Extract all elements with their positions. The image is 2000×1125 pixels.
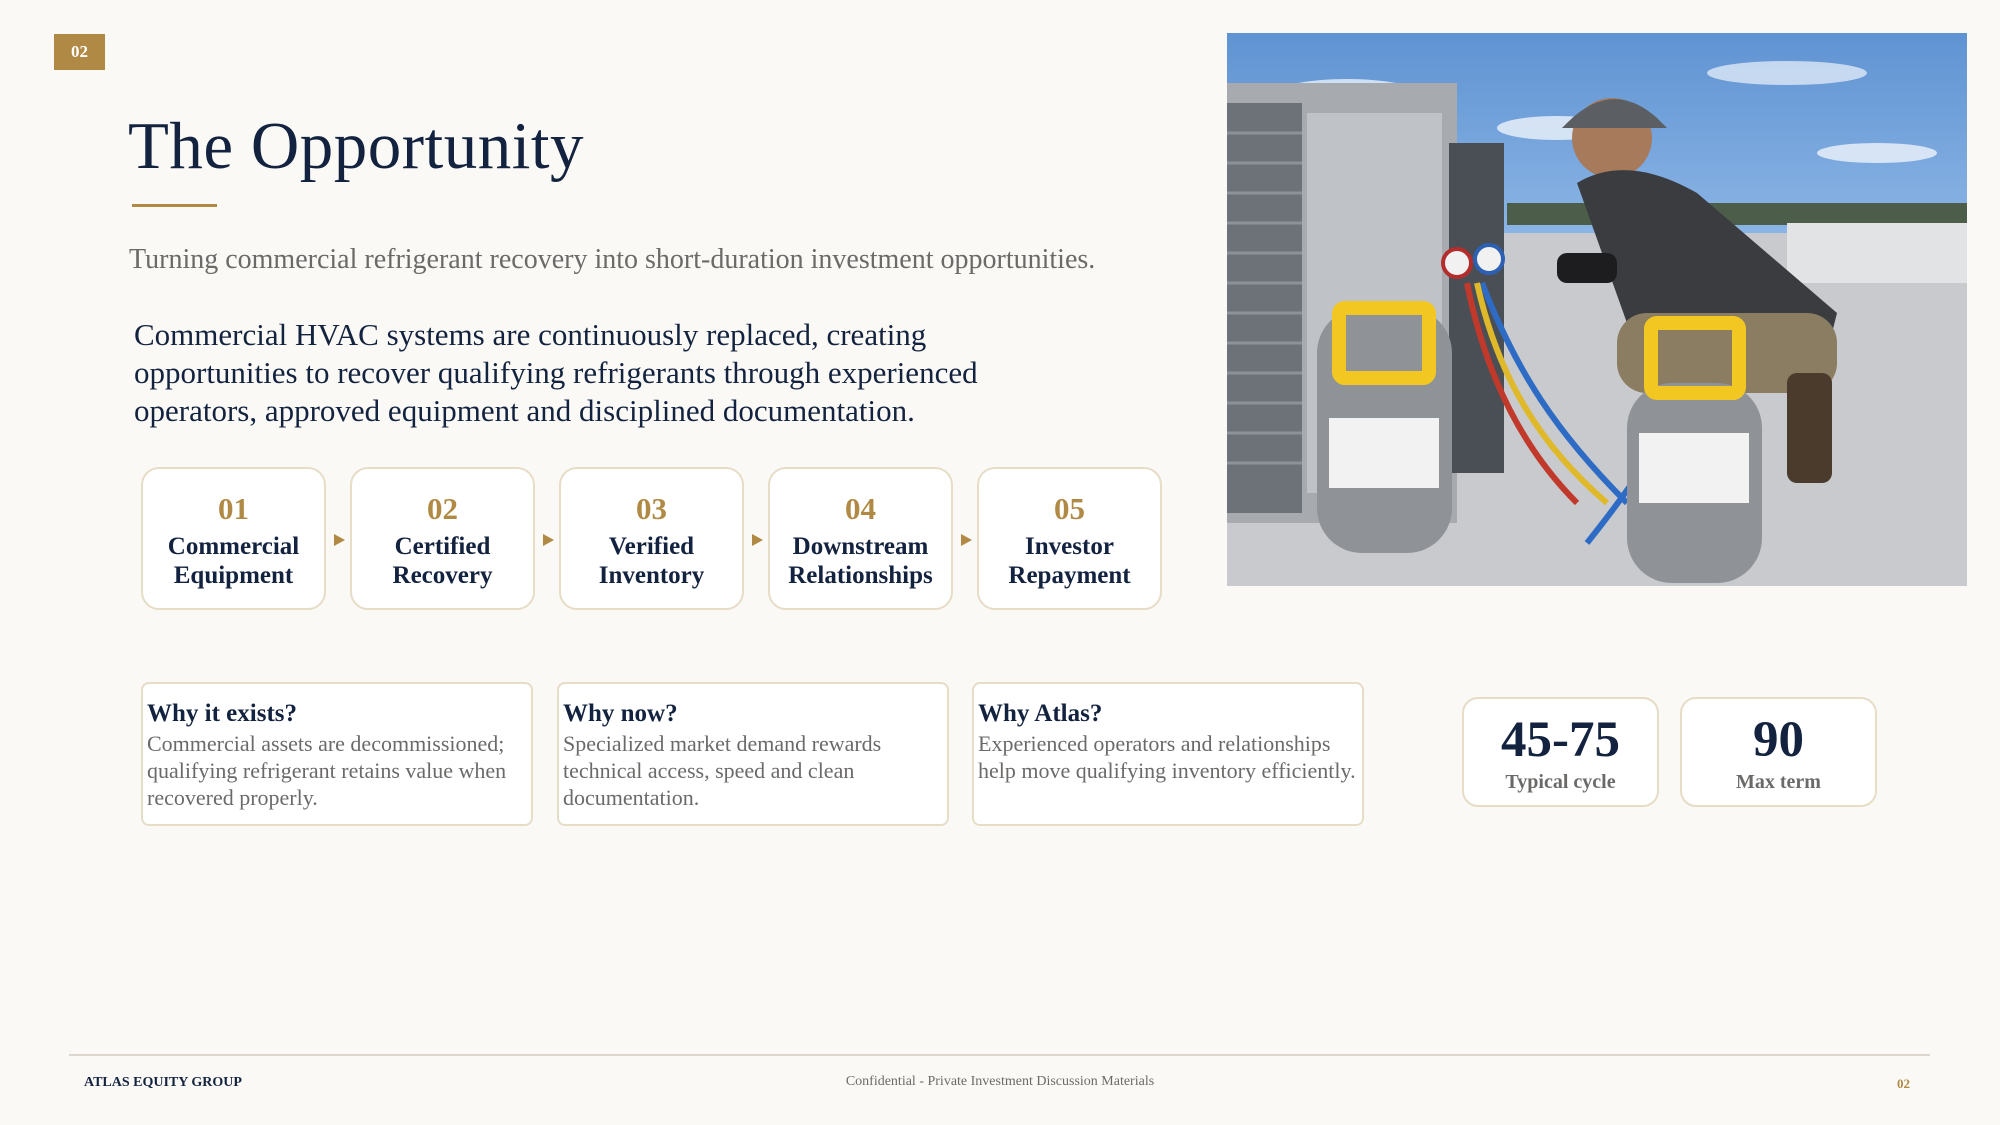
- step-number: 05: [1054, 491, 1085, 526]
- step-card-verified-inventory: 03 Verified Inventory: [559, 467, 744, 610]
- arrow-right-icon: [334, 534, 345, 546]
- step-card-investor-repayment: 05 Investor Repayment: [977, 467, 1162, 610]
- card-body: Specialized market demand rewards techni…: [563, 731, 882, 810]
- card-why-atlas: Why Atlas? Experienced operators and rel…: [972, 682, 1364, 826]
- step-label: Investor Repayment: [1008, 533, 1131, 589]
- step-label: Verified Inventory: [598, 533, 705, 589]
- page-number-badge: 02: [54, 34, 105, 70]
- stat-max-term: 90 Max term: [1680, 697, 1877, 807]
- footer-page-number: 02: [1897, 1076, 1910, 1091]
- title-underline: [132, 204, 217, 207]
- step-card-commercial-equipment: 01 Commercial Equipment: [141, 467, 326, 610]
- card-why-it-exists: Why it exists? Commercial assets are dec…: [141, 682, 533, 826]
- step-card-certified-recovery: 02 Certified Recovery: [350, 467, 535, 610]
- lead-paragraph: Commercial HVAC systems are continuously…: [134, 317, 978, 428]
- hero-photo-technician-refrigerant-recovery: [1227, 33, 1967, 586]
- stat-label: Typical cycle: [1505, 771, 1616, 793]
- card-body: Experienced operators and relationships …: [978, 731, 1356, 783]
- stat-label: Max term: [1736, 771, 1821, 793]
- process-steps: 01 Commercial Equipment 02 Certified Rec…: [141, 467, 1166, 614]
- step-card-downstream-relationships: 04 Downstream Relationships: [768, 467, 953, 610]
- card-title: Why Atlas?: [978, 700, 1103, 727]
- footer-divider: [69, 1054, 1930, 1056]
- hero-illustration: [1227, 61, 1967, 586]
- step-number: 02: [427, 491, 458, 526]
- arrow-right-icon: [961, 534, 972, 546]
- step-label: Downstream Relationships: [788, 533, 933, 589]
- step-number: 01: [218, 491, 249, 526]
- card-why-now: Why now? Specialized market demand rewar…: [557, 682, 949, 826]
- stat-value: 90: [1753, 712, 1804, 768]
- stat-value: 45-75: [1501, 712, 1620, 768]
- card-body: Commercial assets are decommissioned; qu…: [147, 731, 507, 810]
- arrow-right-icon: [543, 534, 554, 546]
- step-label: Certified Recovery: [392, 533, 493, 589]
- page-subtitle: Turning commercial refrigerant recovery …: [129, 244, 1096, 275]
- card-title: Why it exists?: [147, 700, 297, 727]
- arrow-right-icon: [752, 534, 763, 546]
- stat-typical-cycle: 45-75 Typical cycle: [1462, 697, 1659, 807]
- card-title: Why now?: [563, 700, 678, 727]
- step-label: Commercial Equipment: [167, 533, 300, 589]
- footer-confidential-note: Confidential - Private Investment Discus…: [845, 1074, 1155, 1089]
- page-title: The Opportunity: [128, 109, 584, 183]
- step-number: 03: [636, 491, 667, 526]
- step-number: 04: [845, 491, 876, 526]
